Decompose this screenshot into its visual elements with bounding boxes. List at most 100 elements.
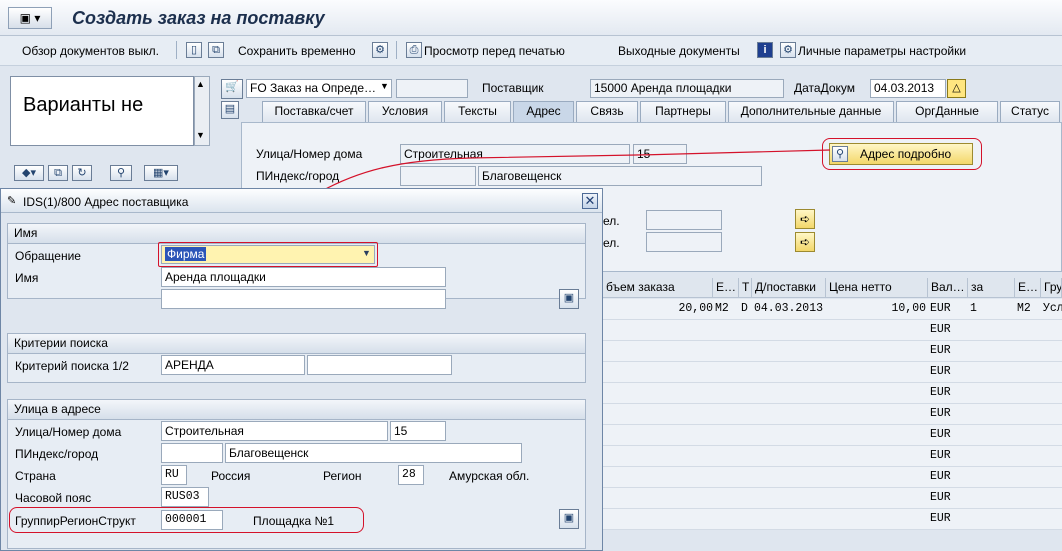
close-icon[interactable]: ✕ (582, 193, 598, 209)
dlg-city-field[interactable]: Благовещенск (225, 443, 522, 463)
warning-icon[interactable]: △ (947, 79, 966, 98)
name-group-heading: Имя (8, 224, 585, 244)
tab-8[interactable]: ОргДанные (896, 101, 998, 122)
save-temporarily-button[interactable]: Сохранить временно (238, 44, 356, 58)
table-row[interactable]: EUR (603, 467, 1062, 488)
expand-address-icon[interactable]: ▣ (559, 509, 579, 529)
salutation-value: Фирма (165, 247, 207, 261)
supplier-field[interactable]: 15000 Аренда площадки (590, 79, 784, 98)
variants-panel: Варианты не (10, 76, 194, 146)
tab-2[interactable]: Условия (368, 101, 442, 122)
grid-header-2[interactable]: Е… (713, 278, 739, 298)
info-icon[interactable]: i (757, 42, 773, 58)
name2-field[interactable] (161, 289, 446, 309)
table-row[interactable]: EUR (603, 320, 1062, 341)
table-row[interactable]: EUR (603, 341, 1062, 362)
scroll-up-icon[interactable]: ▲ (196, 79, 205, 89)
tab-1[interactable]: Поставка/счет (262, 101, 366, 122)
timezone-field[interactable]: RUS03 (161, 487, 209, 507)
grid-cell-per: 1 (970, 302, 977, 315)
tab-9[interactable]: Статус (1000, 101, 1060, 122)
name-field[interactable]: Аренда площадки (161, 267, 446, 287)
grid-cell-cur: EUR (930, 491, 951, 504)
print-preview-button[interactable]: Просмотр перед печатью (424, 44, 565, 58)
table-row[interactable]: EUR (603, 488, 1062, 509)
expand-name-icon[interactable]: ▣ (559, 289, 579, 309)
copy-icon[interactable]: ⧉ (48, 165, 68, 181)
grid-header-9[interactable]: Гру (1041, 278, 1062, 298)
grid-cell-unit2: M2 (1017, 302, 1031, 315)
selection-icon[interactable]: ◆▾ (14, 165, 44, 181)
refresh-icon[interactable]: ↻ (72, 165, 92, 181)
table-row[interactable]: EUR (603, 509, 1062, 530)
country-name: Россия (211, 469, 251, 483)
hierarchy-icon[interactable]: ⚙ (372, 42, 388, 58)
grid-cell-cur: EUR (930, 365, 951, 378)
tel-label-1: ел. (603, 214, 620, 228)
country-code-field[interactable]: RU (161, 465, 187, 485)
dlg-postal-field[interactable] (161, 443, 223, 463)
doc-date-field[interactable]: 04.03.2013 (870, 79, 946, 98)
doc-overview-button[interactable]: Обзор документов выкл. (22, 44, 159, 58)
grid-cell-cur: EUR (930, 470, 951, 483)
dlg-postal-label: ПИндекс/город (15, 447, 99, 461)
address-detail-button[interactable]: Адрес подробно (829, 143, 973, 165)
region-label: Регион (323, 469, 362, 483)
grid-header-7[interactable]: за (968, 278, 1015, 298)
tab-6[interactable]: Партнеры (640, 101, 726, 122)
grid-header-6[interactable]: Вал… (928, 278, 968, 298)
cart-icon[interactable]: 🛒 (221, 79, 243, 99)
tab-5[interactable]: Связь (576, 101, 638, 122)
new-document-icon[interactable]: ▯ (186, 42, 202, 58)
order-number-field[interactable] (396, 79, 468, 98)
copy-document-icon[interactable]: ⧉ (208, 42, 224, 58)
output-documents-button[interactable]: Выходные документы (618, 44, 740, 58)
tab-3[interactable]: Тексты (444, 101, 511, 122)
salutation-label: Обращение (15, 249, 81, 263)
supplier-label: Поставщик (482, 81, 544, 95)
table-row[interactable]: EUR (603, 362, 1062, 383)
region-name: Амурская обл. (449, 469, 530, 483)
search-term-2-field[interactable] (307, 355, 452, 375)
dlg-house-field[interactable]: 15 (390, 421, 446, 441)
layout-icon[interactable]: ▦▾ (144, 165, 178, 181)
arrow-right-icon[interactable]: ➪ (795, 232, 815, 252)
personal-settings-icon[interactable]: ⚙ (780, 42, 796, 58)
table-row[interactable]: EUR (603, 404, 1062, 425)
page-title: Создать заказ на поставку (72, 8, 325, 28)
dlg-street-field[interactable]: Строительная (161, 421, 388, 441)
expand-header-icon[interactable]: ▤ (221, 101, 239, 119)
personal-settings-button[interactable]: Личные параметры настройки (798, 44, 966, 58)
grid-header-1[interactable]: бъем заказа (603, 278, 713, 298)
tel-field-1[interactable] (646, 210, 722, 230)
toolbar-separator (176, 41, 177, 59)
grid-cell-cur: EUR (930, 302, 951, 315)
grid-header-5[interactable]: Цена нетто (826, 278, 928, 298)
table-row[interactable]: EUR (603, 446, 1062, 467)
grid-header-8[interactable]: Е… (1015, 278, 1041, 298)
order-type-select[interactable]: FO Заказ на Опреде… (246, 79, 392, 98)
system-menu-button[interactable]: ▣ ▾ (8, 7, 52, 29)
search-group-heading: Критерии поиска (8, 334, 585, 354)
table-row[interactable]: EUR (603, 383, 1062, 404)
chevron-down-icon[interactable]: ▼ (362, 248, 371, 258)
grid-header-3[interactable]: Т (739, 278, 752, 298)
tel-field-2[interactable] (646, 232, 722, 252)
region-code-field[interactable]: 28 (398, 465, 424, 485)
grid-header-4[interactable]: Д/поставки (752, 278, 826, 298)
tab-4[interactable]: Адрес (513, 101, 574, 122)
print-preview-icon[interactable]: ⎙ (406, 42, 422, 58)
table-row[interactable]: EUR (603, 425, 1062, 446)
table-row[interactable]: 20,00 M2 D 04.03.2013 10,00 EUR 1 M2 Усл (603, 299, 1062, 320)
salutation-select[interactable]: Фирма (161, 245, 375, 264)
binoculars-icon[interactable]: ⚲ (110, 165, 132, 181)
chevron-down-icon[interactable]: ▼ (380, 81, 389, 91)
regstruct-code-field[interactable]: 000001 (161, 510, 223, 530)
search-term-1-field[interactable]: АРЕНДА (161, 355, 305, 375)
regstruct-name: Площадка №1 (253, 514, 335, 528)
grid-cell-grp: Усл (1043, 302, 1062, 315)
scroll-down-icon[interactable]: ▼ (196, 130, 205, 140)
arrow-right-icon[interactable]: ➪ (795, 209, 815, 229)
grid-cell-qty: 20,00 (678, 302, 713, 315)
tab-7[interactable]: Дополнительные данные (728, 101, 894, 122)
